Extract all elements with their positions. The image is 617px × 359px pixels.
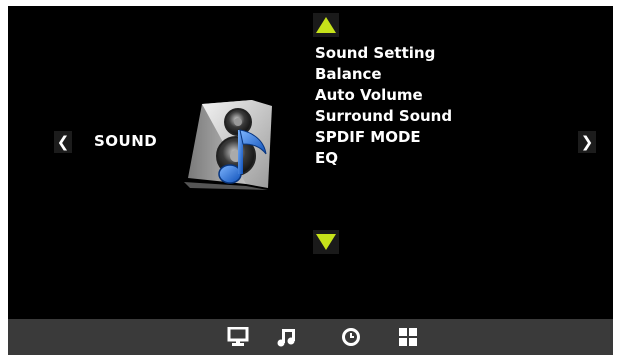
previous-category-button[interactable]: ❮ (54, 131, 72, 153)
category-label: SOUND (94, 132, 158, 150)
bottom-bar (8, 319, 613, 355)
menu-item-surround-sound[interactable]: Surround Sound (315, 106, 452, 127)
menu-item-eq[interactable]: EQ (315, 148, 452, 169)
menu-item-spdif-mode[interactable]: SPDIF MODE (315, 127, 452, 148)
menu-item-sound-setting[interactable]: Sound Setting (315, 43, 452, 64)
monitor-icon[interactable] (227, 327, 249, 347)
menu-item-auto-volume[interactable]: Auto Volume (315, 85, 452, 106)
triangle-up-icon (316, 17, 336, 33)
scroll-up-button[interactable] (313, 13, 339, 37)
scroll-down-button[interactable] (313, 230, 339, 254)
speaker-music-icon (184, 100, 272, 190)
music-note-icon[interactable] (276, 327, 298, 347)
sound-menu: Sound Setting Balance Auto Volume Surrou… (315, 43, 452, 169)
triangle-down-icon (316, 234, 336, 250)
tv-screen: ❮ SOUND Sound Setting Balance Auto Volum… (8, 6, 613, 355)
clock-icon[interactable] (340, 327, 362, 347)
menu-item-balance[interactable]: Balance (315, 64, 452, 85)
grid-icon[interactable] (397, 327, 419, 347)
next-category-button[interactable]: ❯ (578, 131, 596, 153)
